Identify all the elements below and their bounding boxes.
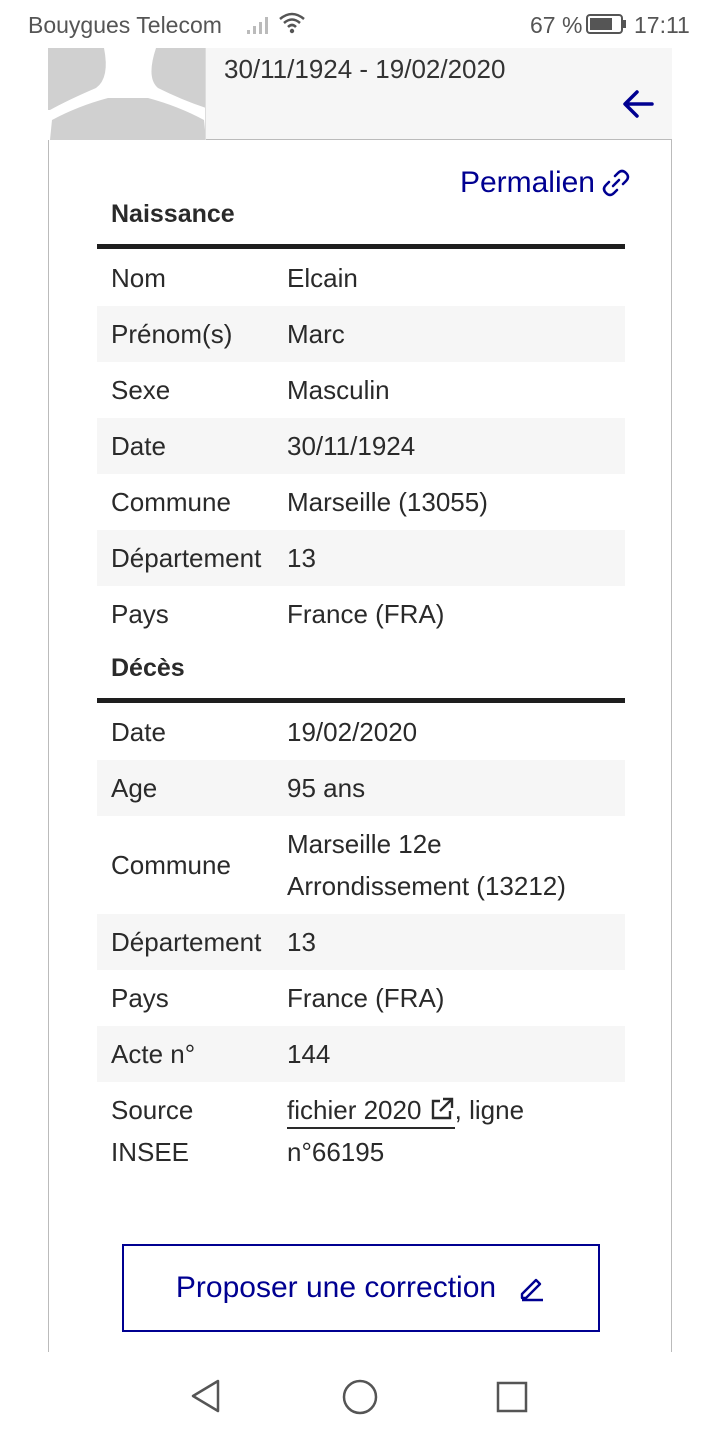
- row-value: 144: [287, 1039, 331, 1069]
- table-row: Date 19/02/2020: [97, 704, 625, 760]
- row-label: Pays: [111, 982, 169, 1013]
- row-label: Acte n°: [111, 1038, 196, 1069]
- record-card: Permalien Naissance Nom Elcain Prénom(s)…: [48, 140, 672, 1352]
- row-label: Date: [111, 430, 166, 461]
- row-label: Date: [111, 716, 166, 747]
- value-line: Marseille 12e: [287, 829, 442, 859]
- row-value: France (FRA): [287, 983, 445, 1013]
- source-file-link-text: fichier 2020: [287, 1095, 422, 1125]
- wifi-icon: [279, 12, 305, 34]
- nav-back-icon[interactable]: [188, 1378, 224, 1414]
- row-label: Département: [111, 542, 262, 573]
- table-row: Acte n° 144: [97, 1026, 625, 1082]
- permalink-label: Permalien: [459, 166, 595, 199]
- avatar-placeholder: [48, 48, 206, 140]
- death-section-title: Décès: [111, 654, 185, 682]
- row-value: 13: [287, 927, 316, 957]
- row-value: Marc: [287, 319, 345, 349]
- row-value: France (FRA): [287, 599, 445, 629]
- row-value: 19/02/2020: [287, 717, 418, 747]
- signal-icon: [247, 17, 268, 34]
- status-bar: Bouygues Telecom 67 % 17:11: [0, 0, 720, 50]
- table-row: Pays France (FRA): [97, 586, 625, 642]
- table-row: Commune Marseille 12e Arrondissement (13…: [97, 816, 625, 914]
- row-value: 13: [287, 543, 316, 573]
- label-line: INSEE: [111, 1137, 190, 1167]
- row-value: 30/11/1924: [287, 431, 416, 461]
- table-row: Source INSEE fichier 2020 , ligne n°6619…: [97, 1082, 625, 1180]
- row-label: Commune: [111, 486, 231, 517]
- back-arrow-icon[interactable]: [620, 86, 656, 122]
- propose-correction-button[interactable]: Proposer une correction: [122, 1244, 600, 1332]
- row-label: Prénom(s): [111, 318, 233, 349]
- row-label: Source INSEE: [97, 1082, 287, 1180]
- birth-table: Nom Elcain Prénom(s) Marc Sexe Masculin …: [97, 250, 625, 642]
- row-value: fichier 2020 , ligne n°66195: [287, 1082, 625, 1180]
- row-label: Age: [111, 772, 158, 803]
- value-line: Arrondissement (13212): [287, 871, 566, 901]
- source-file-link[interactable]: fichier 2020: [287, 1095, 455, 1129]
- table-row: Commune Marseille (13055): [97, 474, 625, 530]
- row-label: Commune: [111, 849, 231, 880]
- system-nav-bar: [0, 1352, 720, 1440]
- row-value: Masculin: [287, 375, 390, 405]
- value-line: n°66195: [287, 1137, 385, 1167]
- propose-correction-label: Proposer une correction: [175, 1271, 497, 1304]
- row-label: Département: [111, 926, 262, 957]
- pencil-icon: [520, 1278, 544, 1302]
- row-label: Nom: [111, 262, 166, 293]
- label-line: Source: [111, 1095, 194, 1125]
- value-line: fichier 2020 , ligne: [287, 1089, 615, 1131]
- source-suffix: , ligne: [454, 1095, 525, 1125]
- link-icon: [602, 169, 630, 197]
- carrier-name: Bouygues Telecom: [28, 12, 222, 38]
- table-row: Nom Elcain: [97, 250, 625, 306]
- row-label: Sexe: [111, 374, 171, 405]
- table-row: Département 13: [97, 914, 625, 970]
- life-dates: 30/11/1924 - 19/02/2020: [224, 54, 506, 84]
- nav-recents-icon[interactable]: [495, 1380, 529, 1414]
- row-value: Elcain: [287, 263, 358, 293]
- person-header: 30/11/1924 - 19/02/2020: [48, 48, 672, 140]
- death-table: Date 19/02/2020 Age 95 ans Commune Marse…: [97, 704, 625, 1180]
- person-silhouette-icon: [48, 48, 205, 140]
- row-value: Marseille 12e Arrondissement (13212): [287, 816, 625, 914]
- row-label: Pays: [111, 598, 169, 629]
- section-divider: [97, 244, 625, 249]
- table-row: Département 13: [97, 530, 625, 586]
- birth-section-title: Naissance: [111, 200, 235, 228]
- permalink-link[interactable]: Permalien: [460, 166, 631, 200]
- battery-percent: 67 %: [530, 12, 583, 38]
- section-divider: [97, 698, 625, 703]
- external-link-icon: [431, 1097, 453, 1120]
- row-value: Marseille (13055): [287, 487, 488, 517]
- table-row: Age 95 ans: [97, 760, 625, 816]
- clock: 17:11: [634, 12, 690, 38]
- battery-icon: [586, 14, 626, 34]
- table-row: Sexe Masculin: [97, 362, 625, 418]
- table-row: Prénom(s) Marc: [97, 306, 625, 362]
- table-row: Pays France (FRA): [97, 970, 625, 1026]
- nav-home-icon[interactable]: [341, 1378, 379, 1416]
- table-row: Date 30/11/1924: [97, 418, 625, 474]
- row-value: 95 ans: [287, 773, 366, 803]
